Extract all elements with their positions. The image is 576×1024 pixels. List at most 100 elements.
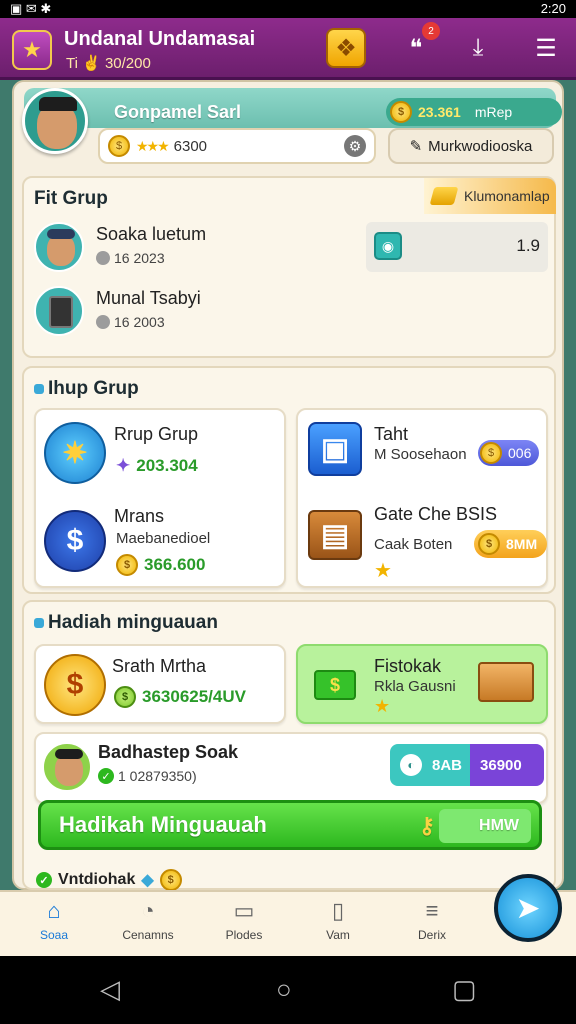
document-icon: ▯	[331, 898, 345, 923]
rocket-icon: ✷	[44, 422, 106, 484]
tile-title: Rrup Grup	[114, 424, 199, 444]
recents-icon[interactable]: ▢	[452, 974, 477, 1005]
coin-icon: $	[116, 554, 138, 576]
tile-pill[interactable]: $006	[478, 440, 540, 466]
member-row[interactable]: Soaka luetum 16 2023	[34, 222, 354, 278]
tile-sub: Caak Boten	[374, 536, 453, 553]
bottom-nav: ⌂ Soaa ◔ Cenamns ▭ Plodes ▯ Vam ≡ Derix	[0, 890, 576, 956]
status-bar: ▣ ✉ ✱ 2:20	[0, 0, 576, 18]
briefcase-icon: ▭	[233, 898, 255, 923]
fit-group-title: Fit Grup	[34, 188, 108, 209]
nav-search[interactable]: ◔ Cenamns	[108, 898, 188, 952]
group-tile[interactable]: ✷ Rrup Grup ✦ 203.304 $ Mrans Maebanedioe…	[34, 408, 286, 588]
gift-button[interactable]: ❖	[326, 28, 366, 68]
gem-icon: ✦	[116, 456, 131, 475]
group-stat-value: 1.9	[516, 236, 540, 255]
menu-button[interactable]: ☰	[526, 28, 566, 68]
star-icon: ★	[374, 696, 391, 716]
status-icons: ▣ ✉ ✱	[10, 1, 52, 16]
member-row[interactable]: Munal Tsabyi 16 2003	[34, 286, 354, 342]
weekly-reward-right: HMW	[439, 809, 531, 843]
send-button[interactable]: ➤	[494, 874, 562, 942]
app-header: ★ Undanal Undamasai Ti ✌ 30/200 ❖ ❝ 2 ⤓ …	[0, 18, 576, 80]
coin-star-icon: $	[44, 654, 106, 716]
search-value: 6300	[173, 137, 208, 155]
back-icon[interactable]: ◁	[100, 974, 120, 1005]
check-icon: ✓	[36, 872, 52, 888]
profile-name: Gonpamel Sarl	[114, 102, 242, 122]
player-row[interactable]: Badhastep Soak ✓ 1 02879350) ◐ 8AB 36900	[34, 732, 548, 804]
group-tile[interactable]: ▣ Taht M Soosehaon $006 ▤ Gate Che BSIS …	[296, 408, 548, 588]
main-content[interactable]: Gonpamel Sarl $ 23.361 mRep $ ★★★ 6300 ⚙…	[0, 80, 576, 890]
weekly-reward-button[interactable]: Hadikah Minguauah ⚷ HMW	[38, 800, 542, 850]
edit-icon: ✎	[409, 138, 423, 155]
weekly-tile[interactable]: $ Srath Mrtha $3630625/4UV	[34, 644, 286, 724]
download-button[interactable]: ⤓	[458, 28, 498, 68]
coin-icon: $	[108, 135, 130, 157]
system-nav-bar: ◁ ○ ▢	[0, 956, 576, 1024]
safe-icon: ▣	[308, 422, 362, 476]
profile-avatar[interactable]	[22, 88, 88, 154]
tile-sub: M Soosehaon	[374, 446, 467, 463]
search-input[interactable]: $ ★★★ 6300 ⚙	[98, 128, 376, 164]
group-section-title: Ihup Grup	[34, 378, 139, 400]
game-logo-icon[interactable]: ★	[12, 30, 52, 70]
chat-button[interactable]: ❝ 2	[396, 22, 440, 68]
weekly-reward-label: Hadikah Minguauah	[59, 812, 267, 837]
player-score-pill[interactable]: ◐ 8AB 36900	[390, 744, 544, 786]
search-icon: ◔	[141, 898, 155, 923]
tile-title: Gate Che BSIS	[374, 504, 498, 524]
market-button[interactable]: ✎ Murkwodiooska	[388, 128, 554, 164]
download-icon: ⤓	[472, 34, 484, 61]
weekly-tile[interactable]: $ Fistokak Rkla Gausni ★	[296, 644, 548, 724]
group-stat[interactable]: ◉ 1.9	[366, 222, 548, 272]
status-time: 2:20	[540, 1, 566, 16]
fit-group-tag[interactable]: Klumonamlap	[424, 178, 556, 214]
voucher-row[interactable]: ✓ Vntdiohak ◆ $	[36, 866, 546, 890]
fit-group-card: Fit Grup Klumonamlap Soaka luetum 16 202…	[22, 176, 556, 358]
gift-icon: ❖	[335, 34, 357, 62]
avatar	[34, 286, 84, 336]
group-section: Ihup Grup ✷ Rrup Grup ✦ 203.304 $ Mrans M…	[22, 366, 556, 594]
tile-sub: Rkla Gausni	[374, 678, 456, 695]
clock-icon	[96, 315, 110, 329]
tile-title: Fistokak	[374, 656, 442, 676]
coin-icon: $	[390, 101, 412, 123]
content-panel: Gonpamel Sarl $ 23.361 mRep $ ★★★ 6300 ⚙…	[12, 80, 564, 890]
tile-value: 203.304	[136, 456, 198, 475]
nav-document[interactable]: ▯ Vam	[298, 898, 378, 952]
send-icon: ➤	[515, 891, 541, 925]
key-icon: ⚷	[418, 813, 435, 838]
stack-icon: ≡	[425, 898, 439, 923]
nav-home[interactable]: ⌂ Soaa	[14, 898, 94, 952]
coin-stack-icon: $	[159, 869, 182, 890]
home-circle-icon[interactable]: ○	[276, 974, 292, 1005]
coin-balance[interactable]: $ 23.361 mRep	[386, 98, 562, 126]
eye-icon: ◉	[374, 232, 402, 260]
nav-stack[interactable]: ≡ Derix	[392, 898, 472, 952]
coin-icon: $	[480, 442, 502, 464]
tile-value: 3630625/4UV	[142, 687, 246, 706]
nav-briefcase[interactable]: ▭ Plodes	[204, 898, 284, 952]
gem-icon: ◆	[141, 872, 154, 889]
voucher-label: Vntdiohak	[58, 871, 136, 888]
cash-icon: $	[314, 670, 356, 700]
dollar-icon: $	[44, 510, 106, 572]
clock-icon	[96, 251, 110, 265]
member-name: Soaka luetum	[96, 224, 207, 244]
coin-icon: $	[114, 686, 136, 708]
tile-title: Mrans	[114, 506, 165, 526]
gear-icon[interactable]: ⚙	[344, 135, 366, 157]
tile-pill[interactable]: $8MM	[474, 530, 548, 558]
package-icon	[478, 662, 534, 702]
menu-icon: ☰	[535, 34, 557, 62]
market-label: Murkwodiooska	[428, 137, 533, 155]
member-date: 16 2003	[114, 314, 165, 330]
treasure-chest-icon: ▤	[308, 510, 362, 560]
profile-bar: Gonpamel Sarl $ 23.361 mRep	[24, 88, 562, 128]
player-name: Badhastep Soak	[98, 742, 239, 762]
home-icon: ⌂	[47, 898, 61, 923]
notification-badge: 2	[422, 22, 440, 40]
coin-amount: 23.361	[418, 104, 461, 120]
coin-rate: mRep	[474, 104, 513, 120]
